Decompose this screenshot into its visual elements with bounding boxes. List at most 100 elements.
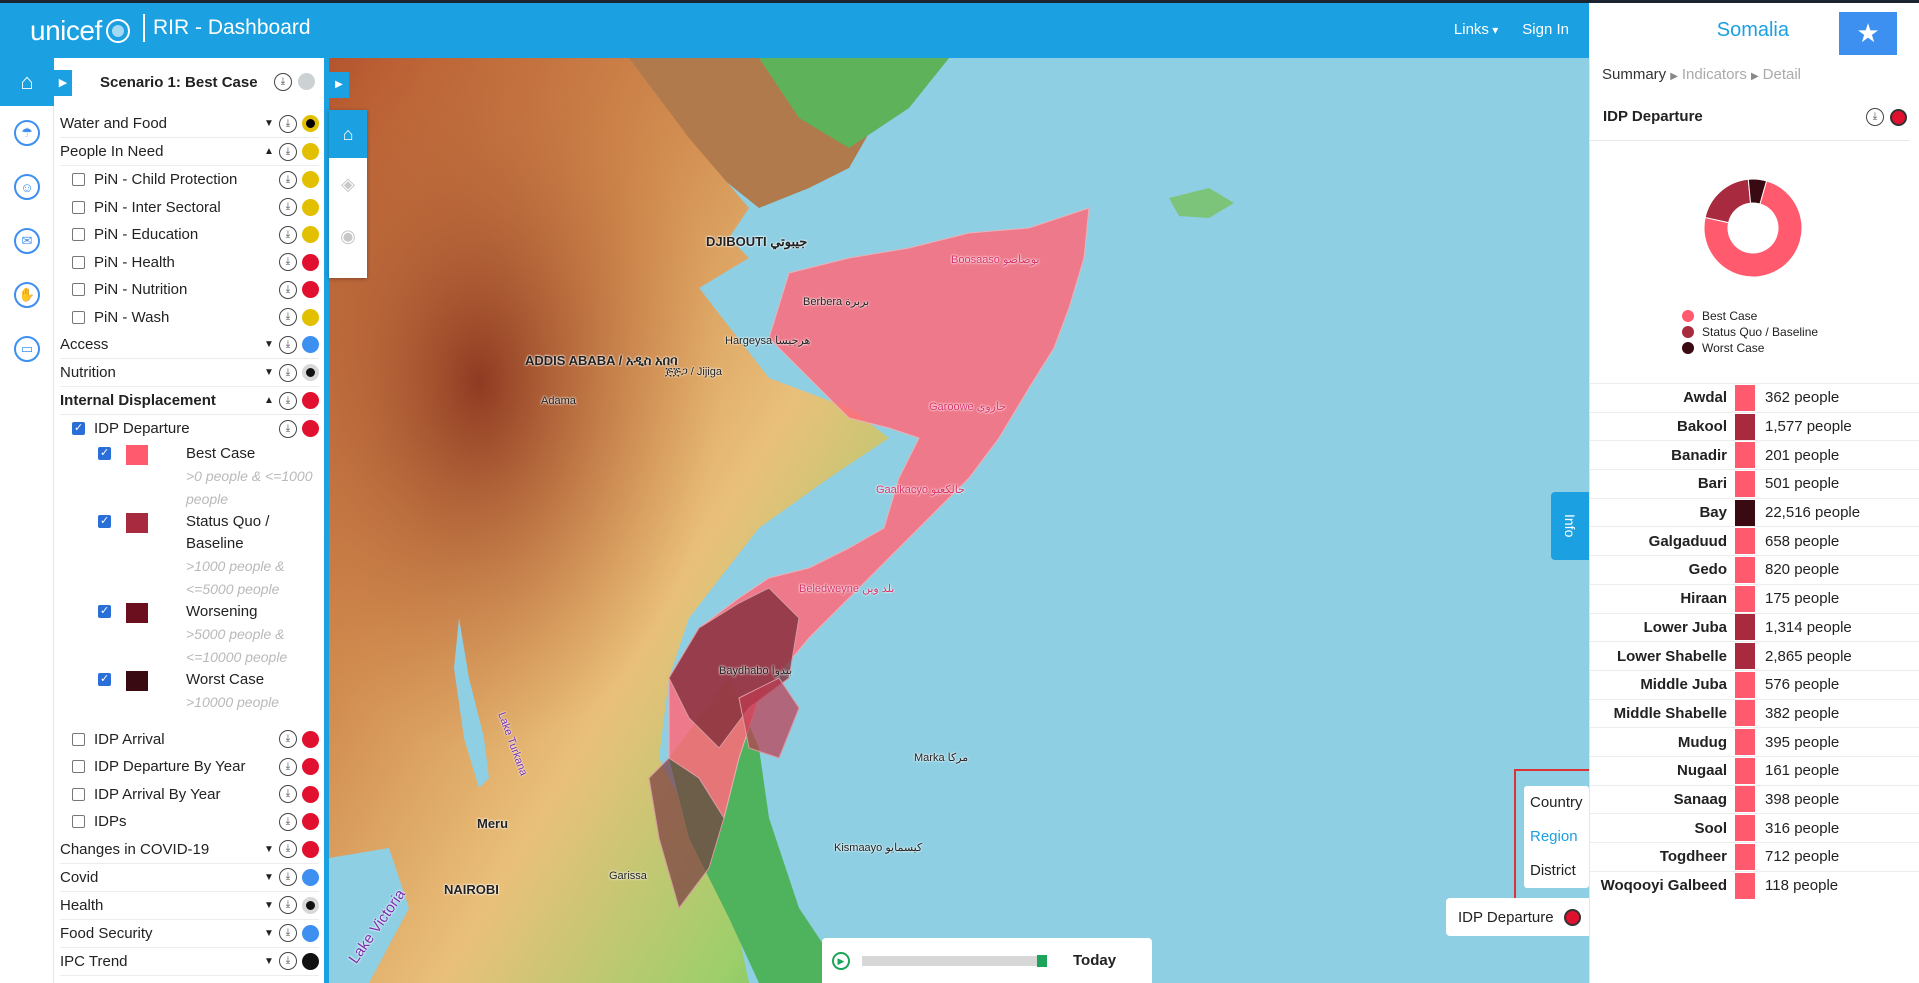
region-row[interactable]: Galgaduud 658 people [1590, 526, 1919, 555]
download-icon[interactable]: ⤓ [279, 114, 297, 133]
layer-group-9[interactable]: IPC Trend ▼ ⤓ [60, 948, 319, 976]
region-row[interactable]: Sool 316 people [1590, 813, 1919, 842]
info-tab[interactable]: Info [1551, 492, 1589, 560]
legend-checkbox[interactable] [98, 672, 111, 686]
download-icon[interactable]: ⤓ [279, 785, 297, 804]
layers-icon[interactable]: ◈ [329, 158, 367, 210]
chevron-down-icon[interactable]: ▼ [264, 339, 274, 350]
layer-checkbox[interactable] [72, 760, 85, 774]
legend-checkbox[interactable] [98, 514, 111, 528]
region-row[interactable]: Togdheer 712 people [1590, 842, 1919, 871]
download-icon[interactable]: ⤓ [274, 73, 292, 91]
home-icon[interactable]: ⌂ [0, 58, 54, 106]
download-icon[interactable]: ⤓ [279, 170, 297, 189]
chevron-down-icon[interactable]: ▼ [264, 928, 274, 939]
layer-group-2[interactable]: Access ▼ ⤓ [60, 331, 319, 359]
region-row[interactable]: Sanaag 398 people [1590, 784, 1919, 814]
basemap-icon[interactable]: ◉ [329, 210, 367, 262]
play-icon[interactable]: ▶ [832, 951, 850, 970]
rail-item-umbrella[interactable]: ☂ [0, 106, 54, 160]
download-icon[interactable]: ⤓ [279, 757, 297, 776]
chevron-down-icon[interactable]: ▼ [264, 118, 274, 129]
layer-group-7[interactable]: Health ▼ ⤓ [60, 892, 319, 920]
region-row[interactable]: Bari 501 people [1590, 469, 1919, 498]
region-row[interactable]: Banadir 201 people [1590, 440, 1919, 469]
layer-item[interactable]: IDP Departure ⤓ [60, 415, 319, 443]
level-option-district[interactable]: District [1524, 854, 1589, 888]
download-icon[interactable]: ⤓ [279, 730, 297, 749]
legend-class-0[interactable]: Best Case >0 people & <=1000 people [60, 443, 319, 511]
download-icon[interactable]: ⤓ [279, 363, 297, 382]
download-icon[interactable]: ⤓ [279, 280, 297, 299]
download-icon[interactable]: ⤓ [279, 253, 297, 272]
layer-group-5[interactable]: Changes in COVID-19 ▼ ⤓ [60, 836, 319, 864]
region-row[interactable]: Nugaal 161 people [1590, 755, 1919, 785]
download-icon[interactable]: ⤓ [279, 225, 297, 244]
layer-group-0[interactable]: Water and Food ▼ ⤓ [60, 110, 319, 138]
crumb-detail[interactable]: Detail [1763, 66, 1801, 83]
region-row[interactable]: Middle Juba 576 people [1590, 669, 1919, 699]
layer-item[interactable]: PiN - Health ⤓ [60, 249, 319, 277]
layer-item[interactable]: PiN - Wash ⤓ [60, 304, 319, 332]
chevron-down-icon[interactable]: ▼ [264, 844, 274, 855]
layer-item[interactable]: PiN - Inter Sectoral ⤓ [60, 194, 319, 222]
layer-item[interactable]: PiN - Child Protection ⤓ [60, 166, 319, 194]
layer-item[interactable]: IDP Arrival By Year ⤓ [60, 781, 319, 809]
download-icon[interactable]: ⤓ [279, 198, 297, 217]
layer-item[interactable]: IDP Arrival ⤓ [60, 726, 319, 754]
region-row[interactable]: Lower Juba 1,314 people [1590, 612, 1919, 642]
region-row[interactable]: Bay 22,516 people [1590, 497, 1919, 527]
region-row[interactable]: Gedo 820 people [1590, 555, 1919, 584]
sign-in-link[interactable]: Sign In [1522, 21, 1569, 38]
legend-class-3[interactable]: Worst Case >10000 people [60, 669, 319, 726]
layer-group-4[interactable]: Internal Displacement ▲ ⤓ [60, 387, 319, 415]
layer-checkbox[interactable] [72, 787, 85, 801]
download-icon[interactable]: ⤓ [279, 391, 297, 410]
layer-item[interactable]: PiN - Nutrition ⤓ [60, 276, 319, 304]
rail-item-hand[interactable]: ✋ [0, 268, 54, 322]
chevron-down-icon[interactable]: ▼ [264, 956, 274, 967]
scenario-expand-button[interactable]: ▶ [54, 70, 72, 96]
layer-group-8[interactable]: Food Security ▼ ⤓ [60, 920, 319, 948]
layer-checkbox[interactable] [72, 310, 85, 324]
legend-checkbox[interactable] [98, 446, 111, 460]
download-icon[interactable]: ⤓ [279, 896, 297, 914]
download-icon[interactable]: ⤓ [279, 840, 297, 858]
download-icon[interactable]: ⤓ [279, 419, 297, 438]
country-name[interactable]: Somalia [1717, 19, 1789, 42]
layer-checkbox[interactable] [72, 815, 85, 829]
map-legend-chip[interactable]: IDP Departure [1446, 898, 1589, 936]
level-option-country[interactable]: Country [1524, 786, 1589, 820]
region-row[interactable]: Lower Shabelle 2,865 people [1590, 641, 1919, 670]
layer-item[interactable]: IDP Departure By Year ⤓ [60, 753, 319, 781]
legend-checkbox[interactable] [98, 604, 111, 618]
layer-checkbox[interactable] [72, 421, 85, 436]
rail-item-book[interactable]: ▭ [0, 322, 54, 376]
legend-class-1[interactable]: Status Quo / Baseline >1000 people & <=50… [60, 511, 319, 601]
region-row[interactable]: Mudug 395 people [1590, 727, 1919, 756]
layer-checkbox[interactable] [72, 255, 85, 269]
level-option-region[interactable]: Region [1524, 820, 1589, 854]
donut-slice-1[interactable] [1704, 178, 1752, 224]
crumb-indicators[interactable]: Indicators [1682, 66, 1747, 83]
layer-group-1[interactable]: People In Need ▲ ⤓ [60, 138, 319, 166]
crumb-summary[interactable]: Summary [1602, 66, 1666, 83]
chevron-down-icon[interactable]: ▼ [264, 872, 274, 883]
region-row[interactable]: Middle Shabelle 382 people [1590, 698, 1919, 728]
layer-item[interactable]: PiN - Education ⤓ [60, 221, 319, 249]
layer-group-6[interactable]: Covid ▼ ⤓ [60, 864, 319, 892]
region-row[interactable]: Woqooyi Galbeed 118 people [1590, 870, 1919, 900]
chevron-down-icon[interactable]: ▼ [264, 367, 274, 378]
download-icon[interactable]: ⤓ [279, 308, 297, 327]
chevron-up-icon[interactable]: ▲ [264, 146, 274, 157]
layer-checkbox[interactable] [72, 228, 85, 242]
rail-item-people[interactable]: ☺ [0, 160, 54, 214]
download-icon[interactable]: ⤓ [279, 812, 297, 831]
map-home-icon[interactable]: ⌂ [329, 110, 367, 158]
chevron-up-icon[interactable]: ▲ [264, 395, 274, 406]
map-view[interactable]: DJIBOUTI جيبوتي ADDIS ABABA / አዲስ አበባ NA… [329, 58, 1589, 983]
map-expand-button[interactable]: ▶ [329, 72, 349, 98]
region-row[interactable]: Bakool 1,577 people [1590, 411, 1919, 441]
layer-checkbox[interactable] [72, 732, 85, 746]
timeline-slider[interactable] [862, 954, 1047, 967]
